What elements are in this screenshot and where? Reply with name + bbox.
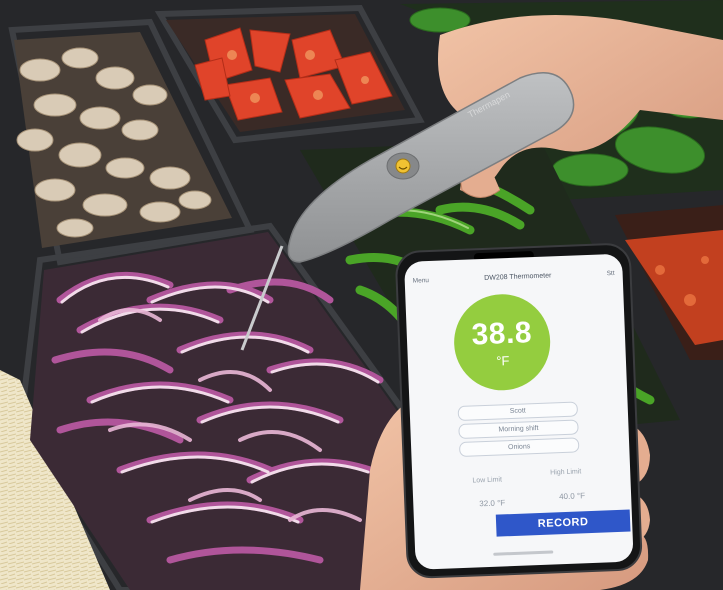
thermometer-app-screen: Menu DW208 Thermometer Stt 38.8 °F Scott…: [404, 253, 634, 570]
temperature-unit: °F: [495, 352, 510, 369]
shift-field[interactable]: Morning shift: [458, 419, 579, 440]
user-field[interactable]: Scott: [457, 401, 579, 422]
low-limit-value: 32.0 °F: [479, 498, 506, 509]
nav-title: DW208 Thermometer: [484, 271, 552, 282]
record-button[interactable]: RECORD: [495, 509, 631, 537]
low-limit-label: Low Limit: [472, 476, 503, 485]
nav-right-button[interactable]: Stt: [606, 269, 614, 276]
probe-status-icon: [395, 158, 411, 174]
nav-back-button[interactable]: Menu: [413, 277, 430, 285]
temperature-value: 38.8: [470, 315, 533, 351]
high-limit-value: 40.0 °F: [558, 491, 586, 502]
temperature-gauge: 38.8 °F: [452, 292, 552, 393]
item-field[interactable]: Onions: [458, 437, 580, 458]
high-limit-label: High Limit: [550, 468, 582, 477]
home-indicator: [493, 550, 554, 556]
